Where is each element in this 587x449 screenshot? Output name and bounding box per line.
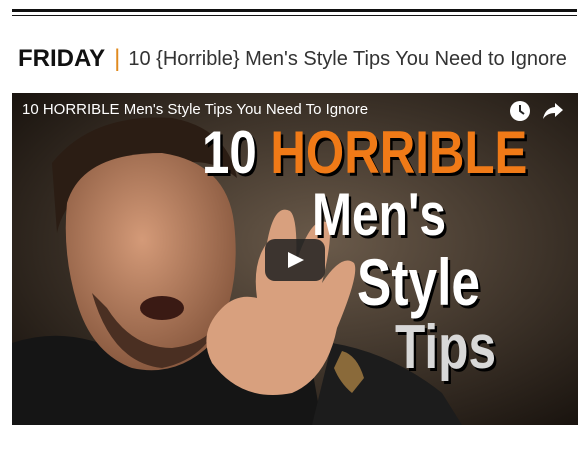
heading-separator: | <box>114 45 121 72</box>
thumb-number: 10 <box>202 119 257 186</box>
post-heading: FRIDAY | 10 {Horrible} Men's Style Tips … <box>18 42 567 76</box>
video-title[interactable]: 10 HORRIBLE Men's Style Tips You Need To… <box>22 101 368 118</box>
thumb-line-2: Men's <box>312 181 447 248</box>
day-label: FRIDAY <box>18 45 106 72</box>
thumb-line-4: Tips <box>395 313 497 382</box>
top-rule <box>12 9 577 12</box>
thumb-horrible: HORRIBLE <box>270 119 528 186</box>
share-icon[interactable] <box>542 101 564 121</box>
thumb-line-3: Style <box>357 245 481 319</box>
thumb-line-1: 10 HORRIBLE <box>202 123 527 183</box>
video-player[interactable]: 10 HORRIBLE Men's Style Tips You Need To… <box>12 93 578 425</box>
play-button[interactable] <box>265 239 325 281</box>
post-title[interactable]: 10 {Horrible} Men's Style Tips You Need … <box>128 48 567 71</box>
top-rule-thin <box>12 15 577 16</box>
